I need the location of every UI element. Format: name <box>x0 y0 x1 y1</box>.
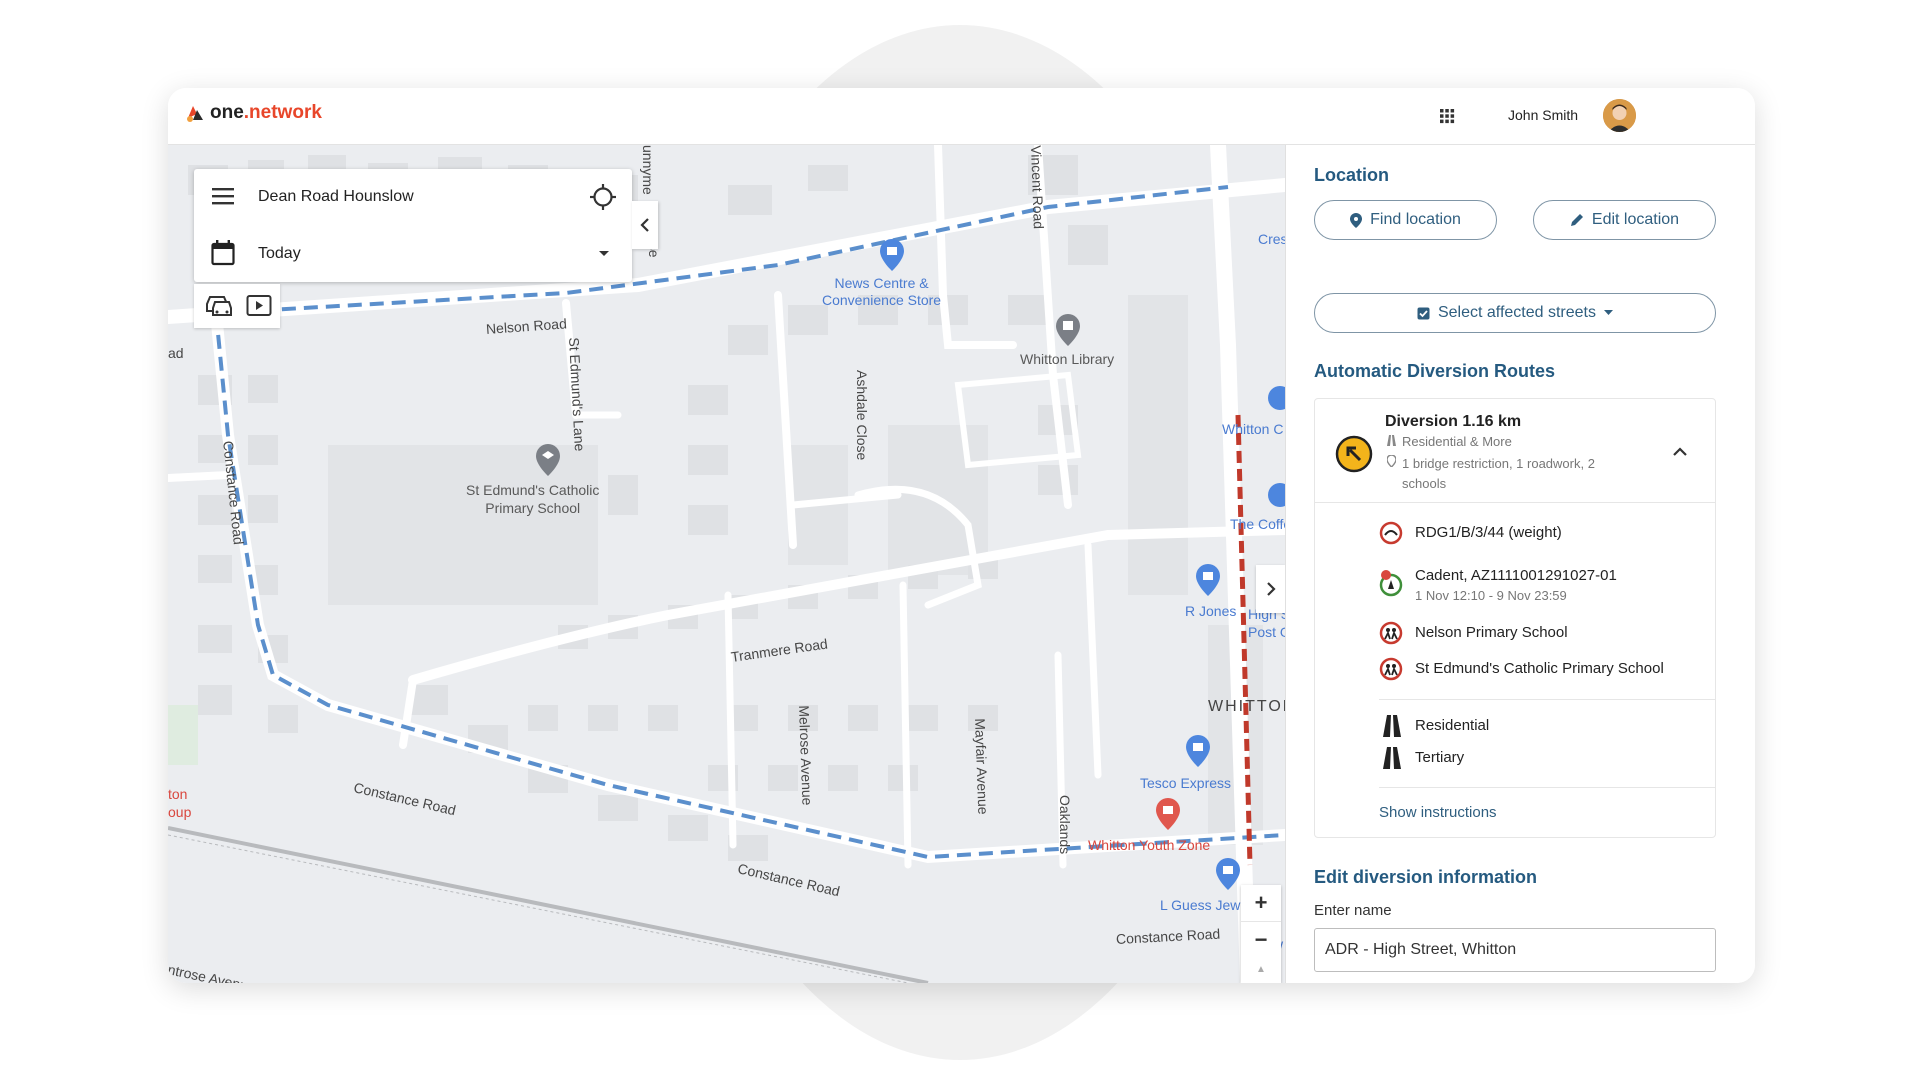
diversion-name-input[interactable]: ADR - High Street, Whitton <box>1314 928 1716 972</box>
chevron-right-icon <box>1266 582 1276 596</box>
road-type-residential: Residential <box>1379 713 1679 739</box>
diversion-item-label: Cadent, AZ1111001291027-01 <box>1415 567 1617 584</box>
date-row[interactable]: Today <box>194 226 632 282</box>
poi-l-guess[interactable]: L Guess Jew <box>1160 897 1240 913</box>
divider <box>1379 699 1715 700</box>
poi-coffee[interactable]: The Coffe <box>1230 516 1285 532</box>
diversion-item-sub: 1 Nov 12:10 - 9 Nov 23:59 <box>1415 588 1567 603</box>
playback-icon[interactable] <box>246 294 272 318</box>
map-view[interactable]: Nelson Road St Edmund's Lane Constance R… <box>168 145 1285 983</box>
diversion-item-weight[interactable]: RDG1/B/3/44 (weight) <box>1379 519 1699 547</box>
date-text[interactable]: Today <box>258 245 301 263</box>
diversion-item-school-1[interactable]: Nelson Primary School <box>1379 619 1699 647</box>
traffic-icon[interactable] <box>204 293 232 319</box>
poi-r-jones[interactable]: R Jones <box>1185 603 1236 619</box>
diversion-subtitle: Residential & More <box>1402 434 1512 449</box>
road-type-label: Residential <box>1415 717 1490 734</box>
enter-name-label: Enter name <box>1314 902 1392 919</box>
show-instructions-link[interactable]: Show instructions <box>1379 804 1497 821</box>
compass-icon[interactable]: ▲ <box>1241 957 1281 981</box>
top-bar: one .network John Smith <box>168 88 1755 145</box>
diversion-header[interactable]: Diversion 1.16 km Residential & More 1 b… <box>1315 399 1715 503</box>
menu-icon[interactable] <box>212 187 234 205</box>
zoom-in-button[interactable]: + <box>1241 885 1281 921</box>
find-location-button[interactable]: Find location <box>1314 200 1497 240</box>
select-streets-label: Select affected streets <box>1437 304 1596 321</box>
diversion-item-school-2[interactable]: St Edmund's Catholic Primary School <box>1379 655 1709 683</box>
road-icon <box>1383 747 1401 769</box>
avatar[interactable] <box>1603 99 1636 132</box>
location-heading: Location <box>1314 165 1389 185</box>
crosshair-icon[interactable] <box>590 184 616 210</box>
edit-location-button[interactable]: Edit location <box>1533 200 1716 240</box>
road-type-tertiary: Tertiary <box>1379 745 1679 771</box>
school-icon <box>1379 621 1403 645</box>
chevron-up-icon[interactable] <box>1673 447 1687 456</box>
poi-library[interactable]: Whitton Library <box>1020 351 1114 367</box>
zoom-controls: + − ▲ <box>1241 885 1281 983</box>
mode-buttons <box>194 284 280 328</box>
diversion-card: Diversion 1.16 km Residential & More 1 b… <box>1314 398 1716 838</box>
app-window: one .network John Smith Nelson Road St E… <box>168 88 1755 983</box>
logo[interactable]: one .network <box>184 102 322 124</box>
road-label-oaklands: Oaklands <box>1057 795 1073 855</box>
edit-location-label: Edit location <box>1591 211 1680 228</box>
logo-text-network: .network <box>243 102 322 123</box>
poi-crest[interactable]: Crest <box>1258 231 1285 247</box>
caret-down-icon <box>1604 310 1613 315</box>
poi-youth-zone[interactable]: Whitton Youth Zone <box>1088 837 1210 853</box>
location-text[interactable]: Dean Road Hounslow <box>258 188 414 206</box>
roadwork-icon <box>1379 570 1403 597</box>
calendar-icon <box>211 240 235 266</box>
user-name[interactable]: John Smith <box>1508 107 1578 123</box>
zoom-out-button[interactable]: − <box>1241 921 1281 957</box>
diversion-item-label: RDG1/B/3/44 (weight) <box>1415 524 1562 541</box>
search-panel: Dean Road Hounslow Today <box>194 169 632 282</box>
map-pin-icon <box>1387 455 1396 467</box>
poi-ton-oup[interactable]: ton oup <box>168 785 191 821</box>
find-location-label: Find location <box>1370 211 1461 228</box>
weight-restriction-icon <box>1379 521 1403 545</box>
area-label-whitton: WHITTON <box>1208 698 1285 715</box>
road-label-vincent: Vincent Road <box>1028 145 1047 230</box>
auto-diversion-heading: Automatic Diversion Routes <box>1314 361 1556 381</box>
school-icon <box>1379 657 1403 681</box>
poi-whitton-c[interactable]: Whitton C <box>1222 421 1283 437</box>
dropdown-arrow-icon[interactable] <box>598 250 610 258</box>
poi-school[interactable]: St Edmund's Catholic Primary School <box>466 481 599 517</box>
chevron-left-icon <box>640 218 649 232</box>
location-row[interactable]: Dean Road Hounslow <box>194 169 632 225</box>
side-panel: Location Find location Edit location Sel… <box>1285 145 1755 983</box>
diversion-title: Diversion 1.16 km <box>1385 413 1522 430</box>
road-icon <box>1383 715 1401 737</box>
road-label-ashdale: Ashdale Close <box>854 370 870 461</box>
diversion-arrow-icon <box>1335 435 1373 473</box>
checkbox-icon <box>1417 307 1430 319</box>
location-pin-icon <box>1350 212 1363 228</box>
select-affected-streets-button[interactable]: Select affected streets <box>1314 293 1716 333</box>
apps-grid-icon[interactable] <box>1437 106 1457 126</box>
logo-icon <box>187 106 203 122</box>
pencil-icon <box>1570 214 1583 226</box>
road-type-label: Tertiary <box>1415 749 1465 766</box>
road-label-unnyme: unnyme <box>640 145 656 195</box>
edit-diversion-heading: Edit diversion information <box>1314 867 1538 887</box>
road-label-mayfair: Mayfair Avenue <box>972 718 992 815</box>
logo-text-one: one <box>210 102 244 123</box>
diversion-item-label: Nelson Primary School <box>1415 624 1568 641</box>
road-label-ad: ad <box>168 345 184 361</box>
expand-panel-button[interactable] <box>1256 565 1285 613</box>
diversion-details: 1 bridge restriction, 1 roadwork, 2 scho… <box>1402 456 1595 491</box>
road-icon <box>1387 435 1396 446</box>
diversion-item-roadwork[interactable]: Cadent, AZ1111001291027-01 1 Nov 12:10 -… <box>1379 563 1699 605</box>
collapse-panel-button[interactable] <box>632 201 658 249</box>
poi-news-centre[interactable]: News Centre & Convenience Store <box>822 275 941 309</box>
poi-tesco[interactable]: Tesco Express <box>1140 775 1231 791</box>
diversion-item-label: St Edmund's Catholic Primary School <box>1415 660 1664 677</box>
divider <box>1379 787 1715 788</box>
